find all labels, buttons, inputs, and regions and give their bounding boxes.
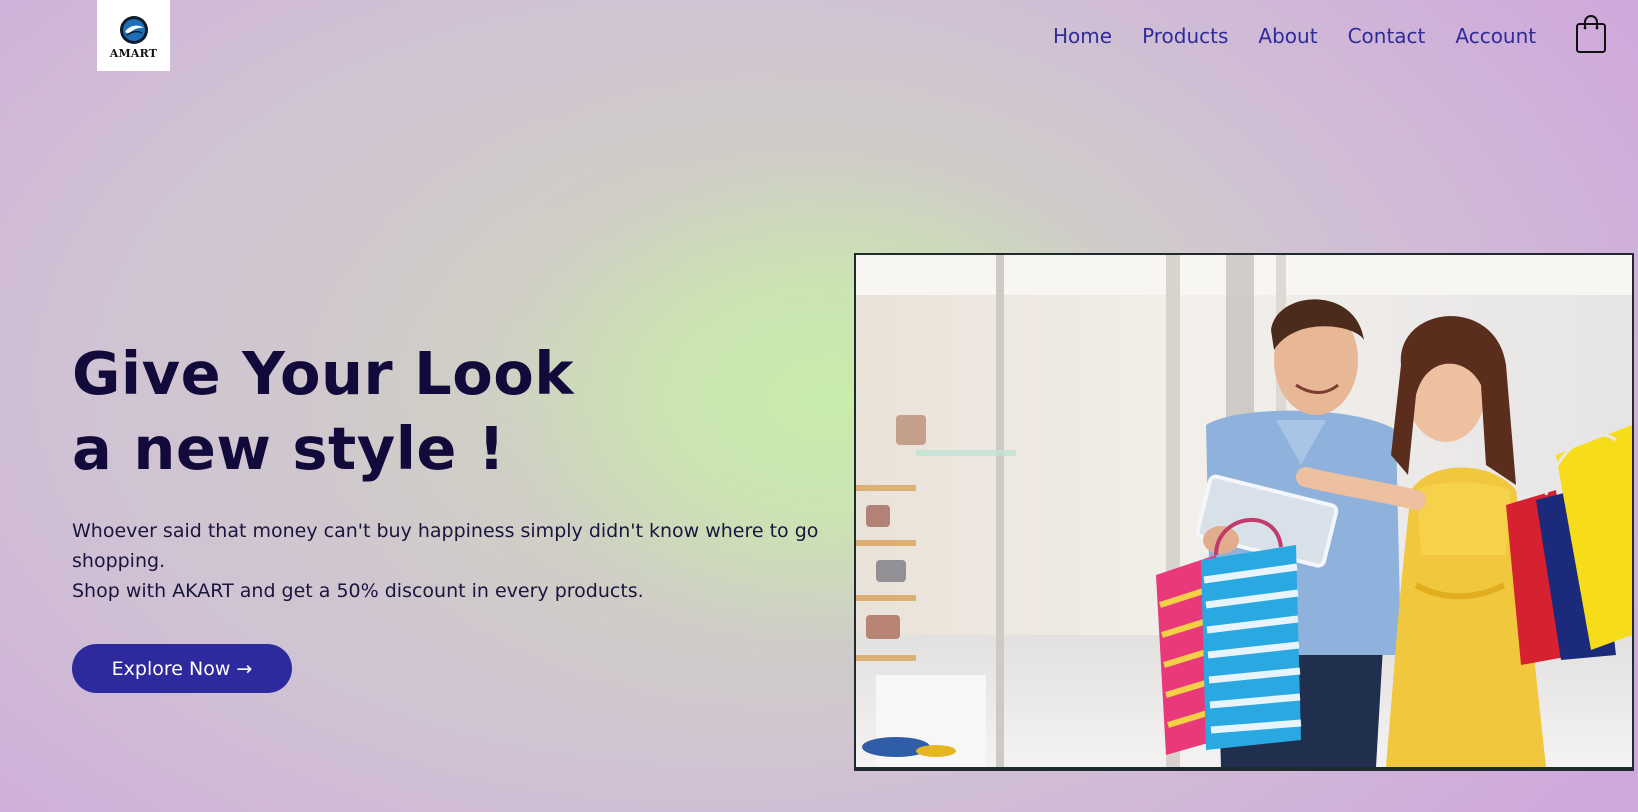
shopping-bag-icon[interactable] [1575, 14, 1607, 54]
headline-line-1: Give Your Look [72, 339, 575, 408]
nav-account[interactable]: Account [1455, 24, 1536, 48]
hero-description: Whoever said that money can't buy happin… [72, 516, 862, 606]
logo-text: AMART [109, 47, 158, 60]
main-nav: Home Products About Contact Account [1053, 24, 1536, 48]
logo[interactable]: AMART [97, 0, 170, 71]
nav-products[interactable]: Products [1142, 24, 1228, 48]
headline-line-2: a new style ! [72, 414, 506, 483]
description-line-1: Whoever said that money can't buy happin… [72, 520, 819, 572]
nav-contact[interactable]: Contact [1348, 24, 1426, 48]
description-line-2: Shop with AKART and get a 50% discount i… [72, 580, 644, 602]
hero-headline: Give Your Look a new style ! [72, 336, 574, 486]
nav-home[interactable]: Home [1053, 24, 1112, 48]
logo-icon [119, 16, 148, 44]
explore-now-button[interactable]: Explore Now → [72, 644, 292, 693]
hero-image-illustration [856, 255, 1632, 767]
nav-about[interactable]: About [1258, 24, 1317, 48]
hero-image [854, 253, 1634, 771]
